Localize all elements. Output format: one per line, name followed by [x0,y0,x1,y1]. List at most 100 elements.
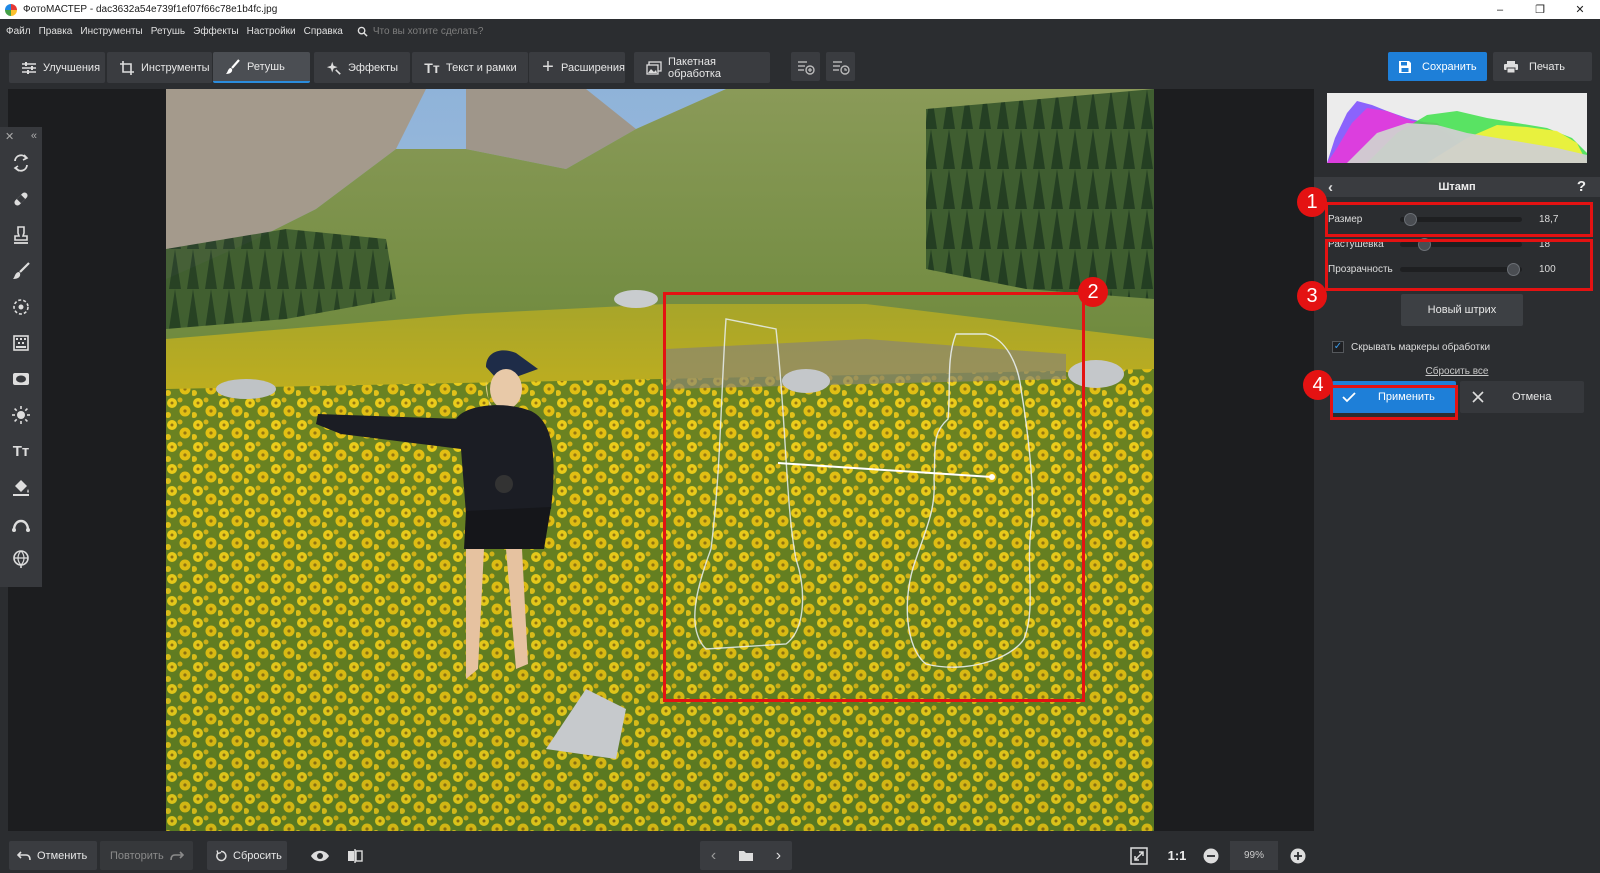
size-slider-row: Размер 18,7 [1328,211,1578,227]
tool-stamp[interactable] [0,217,42,253]
close-button[interactable]: ✕ [1560,0,1600,19]
zoom-out-button[interactable] [1196,841,1225,870]
tool-radial[interactable] [0,289,42,325]
fit-screen-button[interactable] [1124,841,1153,870]
preview-eye-button[interactable] [305,841,334,870]
tool-gradient[interactable] [0,325,42,361]
tool-curves[interactable] [0,505,42,541]
cancel-button[interactable]: Отмена [1460,381,1584,413]
globe-icon [13,550,29,568]
redo-icon [169,850,184,862]
tab-text-frames-label: Текст и рамки [446,61,517,74]
collapse-panel-icon[interactable]: « [31,130,37,142]
help-icon[interactable]: ? [1577,178,1586,195]
menu-settings[interactable]: Настройки [247,26,296,37]
minimize-button[interactable]: – [1480,0,1520,19]
close-panel-icon[interactable]: ✕ [5,130,14,143]
zoom-in-button[interactable] [1283,841,1312,870]
tab-tools[interactable]: Инструменты [107,52,212,83]
brush-icon [225,58,241,75]
apply-button[interactable]: Применить [1332,381,1456,413]
reset-all-link[interactable]: Сбросить все [1314,366,1600,377]
new-stroke-button[interactable]: Новый штрих [1401,294,1523,326]
hide-markers-row[interactable]: ✓ Скрывать маркеры обработки [1332,341,1490,353]
compare-split-button[interactable] [340,841,369,870]
next-image-icon[interactable]: › [776,847,781,865]
sun-icon [12,406,30,424]
size-label: Размер [1328,213,1363,225]
tab-batch-processing[interactable]: Пакетная обработка [634,52,770,83]
sliders-icon [21,60,37,76]
tool-healing-brush[interactable] [0,181,42,217]
transfer-icon [13,154,29,172]
sparkle-icon [326,60,342,76]
feather-slider[interactable] [1400,237,1522,251]
print-button[interactable]: Печать [1493,52,1592,81]
photo-canvas[interactable] [166,89,1154,831]
photo-image [166,89,1154,831]
settings-panel: ‹ Штамп ? Размер 18,7 Растушевка 18 Проз… [1314,85,1600,831]
hide-markers-checkbox[interactable]: ✓ [1332,341,1344,353]
eye-icon [310,850,329,861]
actual-size-button[interactable]: 1:1 [1162,841,1192,870]
zoom-level[interactable]: 99% [1230,841,1278,870]
tool-text[interactable]: Tт [0,433,42,469]
stamp-panel-title: Штамп [1438,181,1476,193]
size-slider[interactable] [1400,212,1522,226]
save-button[interactable]: Сохранить [1388,52,1487,81]
floppy-icon [1398,60,1412,74]
opacity-slider-row: Прозрачность 100 [1328,261,1578,277]
list-add-icon [797,60,815,75]
menu-edit[interactable]: Правка [39,26,73,37]
compare-add-button[interactable] [791,52,820,81]
menu-retouch[interactable]: Ретушь [151,26,185,37]
feather-slider-thumb[interactable] [1418,237,1432,251]
retouch-tools-panel: ✕ « Tт [0,127,42,587]
previous-image-icon[interactable]: ‹ [711,847,716,865]
annotation-badge-2: 2 [1078,277,1108,307]
plus-icon: + [542,56,554,78]
undo-button[interactable]: Отменить [9,841,97,870]
size-slider-thumb[interactable] [1403,212,1417,226]
menu-file[interactable]: Файл [6,26,31,37]
split-compare-icon [347,848,363,863]
annotation-badge-1: 1 [1297,187,1327,217]
menu-tools[interactable]: Инструменты [80,26,142,37]
printer-icon [1503,60,1519,74]
menu-effects[interactable]: Эффекты [193,26,238,37]
tab-extensions-label: Расширения [561,61,625,74]
tool-light[interactable] [0,397,42,433]
reset-button[interactable]: Сбросить [207,841,287,870]
tab-effects-label: Эффекты [348,61,399,74]
menu-help[interactable]: Справка [304,26,343,37]
redo-button[interactable]: Повторить [100,841,193,870]
folder-icon[interactable] [738,849,754,862]
tool-brush[interactable] [0,253,42,289]
tab-text-frames[interactable]: Tт Текст и рамки [412,52,528,83]
command-search-input[interactable] [372,25,533,37]
feather-slider-row: Растушевка 18 [1328,236,1578,252]
window-title: ФотоМАСТЕР - dac3632a54e739f1ef07f66c78e… [23,4,278,15]
tab-effects[interactable]: Эффекты [314,52,410,83]
tool-fill[interactable] [0,469,42,505]
tool-vignette[interactable] [0,361,42,397]
tab-enhancements[interactable]: Улучшения [9,52,105,83]
annotation-badge-3: 3 [1297,281,1327,311]
opacity-slider-thumb[interactable] [1507,262,1521,276]
maximize-button[interactable]: ❐ [1520,0,1560,19]
bandage-icon [14,192,28,206]
compare-history-button[interactable] [826,52,855,81]
tab-extensions[interactable]: + Расширения [529,52,625,83]
images-icon [646,60,662,76]
back-chevron-icon[interactable]: ‹ [1328,179,1333,196]
feather-label: Растушевка [1328,238,1384,250]
tool-globe[interactable] [0,541,42,577]
tab-retouch[interactable]: Ретушь [213,52,310,83]
redo-label: Повторить [110,849,164,862]
search-icon[interactable] [357,26,368,37]
tab-retouch-label: Ретушь [247,60,285,73]
opacity-slider[interactable] [1400,262,1522,276]
opacity-label: Прозрачность [1328,263,1393,275]
stamp-panel-header: ‹ Штамп ? [1314,177,1600,197]
tool-transfer[interactable] [0,145,42,181]
